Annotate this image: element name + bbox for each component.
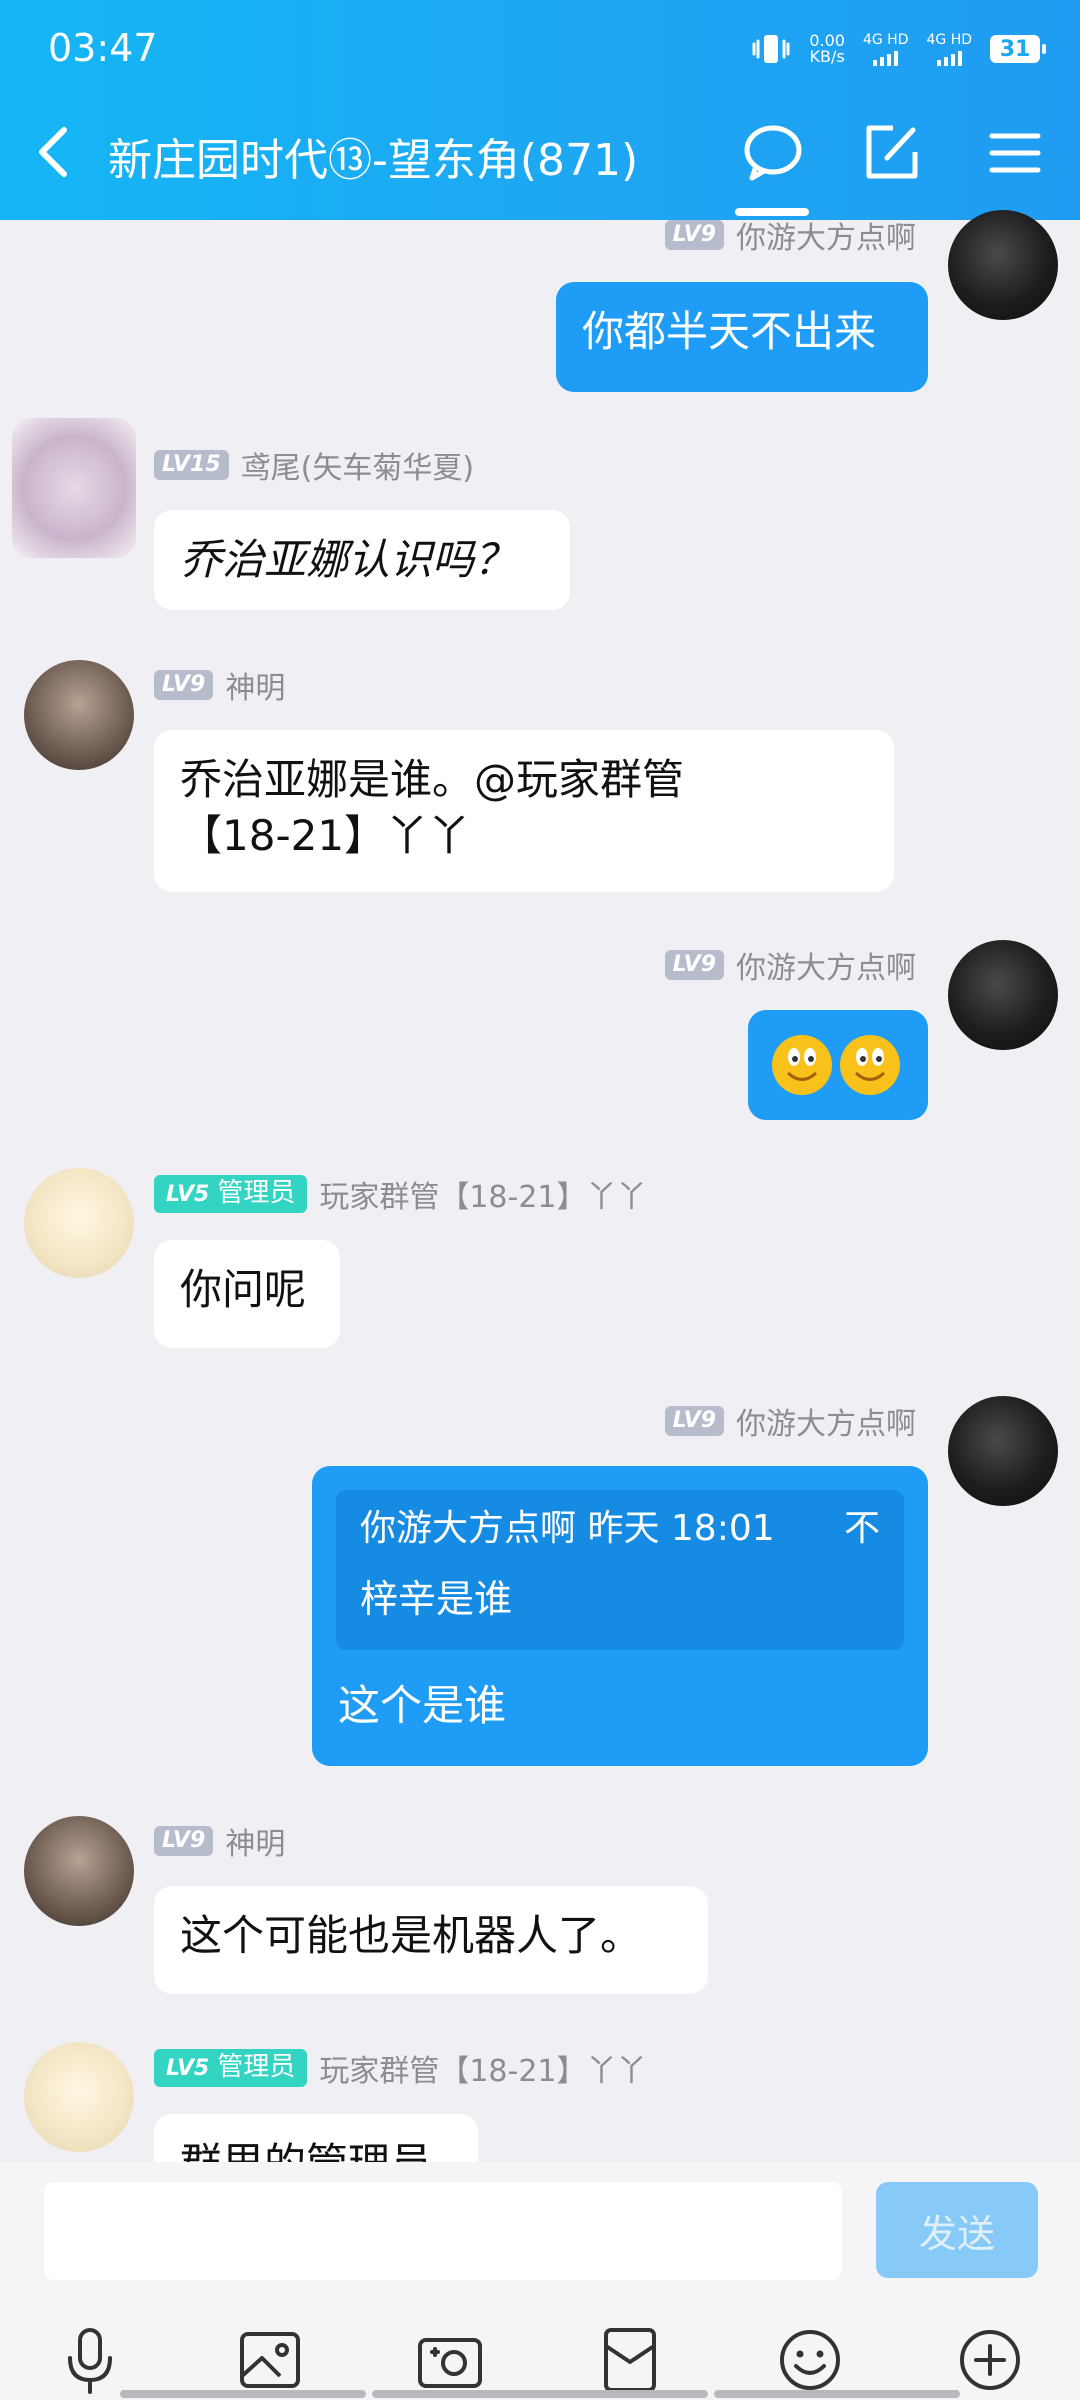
level-badge: LV9 [664, 220, 724, 250]
sender-meta: LV9 你游大方点啊 [664, 1399, 916, 1443]
status-icons: 0.00 KB/s 4G HD 4G HD 31 [751, 31, 1046, 66]
sender-meta: LV9 你游大方点啊 [664, 943, 916, 987]
avatar[interactable] [12, 418, 136, 558]
quote-header: 你游大方点啊 昨天 18:01 [360, 1508, 775, 1549]
signal-2: 4G HD [926, 33, 972, 66]
quoted-message[interactable]: 你游大方点啊 昨天 18:01 不 梓辛是谁 [336, 1490, 904, 1650]
level-badge: LV5 [166, 1182, 210, 1207]
sender-meta: LV15 鸢尾(矢车菊华夏) [154, 443, 474, 487]
message-bubble[interactable]: 你游大方点啊 昨天 18:01 不 梓辛是谁 这个是谁 [312, 1466, 928, 1766]
emoji-icon[interactable] [774, 2324, 846, 2396]
sender-name[interactable]: 玩家群管【18-21】丫丫 [319, 2046, 646, 2090]
sender-meta: LV9 你游大方点啊 [664, 213, 916, 257]
signal-1: 4G HD [862, 31, 909, 66]
sender-meta: LV9 神明 [154, 1819, 285, 1863]
message-bubble[interactable] [748, 1010, 928, 1120]
avatar[interactable] [24, 1168, 134, 1278]
quote-text: 梓辛是谁 [360, 1577, 513, 1621]
mic-icon[interactable] [54, 2324, 126, 2396]
avatar[interactable] [948, 210, 1058, 320]
sender-name[interactable]: 神明 [225, 1819, 285, 1863]
edit-icon[interactable] [857, 118, 927, 188]
net-speed-unit: KB/s [809, 47, 845, 66]
quote-extra: 不 [843, 1508, 880, 1549]
level-badge: LV9 [154, 670, 214, 700]
sender-name[interactable]: 玩家群管【18-21】丫丫 [319, 1172, 646, 1216]
sender-name[interactable]: 你游大方点啊 [736, 213, 916, 257]
back-arrow-icon[interactable] [30, 122, 78, 182]
nav-indicator [372, 2390, 708, 2398]
message-text: 这个是谁 [338, 1681, 507, 1730]
smile-emoji-icon [772, 1035, 900, 1095]
nav-indicator [120, 2390, 366, 2398]
plus-icon[interactable] [954, 2324, 1026, 2396]
level-badge: LV9 [664, 950, 724, 980]
chat-title: 新庄园时代⑬-望东角(871) [108, 135, 639, 186]
input-area: 发送 [0, 2162, 1080, 2400]
vibrate-icon [752, 35, 790, 63]
message-line: 乔治亚娜是谁。@玩家群管 [180, 755, 685, 804]
signal-1-label: 4G HD [862, 31, 909, 48]
sender-name[interactable]: 你游大方点啊 [736, 1399, 916, 1443]
send-button[interactable]: 发送 [876, 2182, 1038, 2278]
net-speed: 0.00 KB/s [809, 33, 845, 65]
message-bubble[interactable]: 你都半天不出来 [556, 282, 928, 392]
role-label: 管理员 [217, 1178, 296, 1208]
status-time: 03:47 [48, 26, 158, 70]
admin-badge: LV5 管理员 [154, 1175, 308, 1213]
message-bubble[interactable]: 乔治亚娜是谁。@玩家群管 【18-21】丫丫 [154, 730, 894, 892]
level-badge: LV9 [154, 1826, 214, 1856]
sender-name[interactable]: 你游大方点啊 [736, 943, 916, 987]
sender-meta: LV9 神明 [154, 663, 285, 707]
level-badge: LV5 [166, 2056, 210, 2081]
battery-indicator: 31 [990, 35, 1046, 63]
nav-indicator [714, 2390, 960, 2398]
signal-2-label: 4G HD [926, 31, 972, 48]
avatar[interactable] [24, 660, 134, 770]
avatar[interactable] [948, 940, 1058, 1050]
role-label: 管理员 [217, 2052, 296, 2082]
message-bubble[interactable]: 乔治亚娜认识吗？ [154, 510, 570, 610]
sender-name[interactable]: 鸢尾(矢车菊华夏) [241, 443, 474, 487]
message-line: 【18-21】丫丫 [180, 811, 471, 860]
message-input[interactable] [44, 2182, 842, 2280]
sender-meta: LV5 管理员 玩家群管【18-21】丫丫 [154, 1172, 647, 1216]
message-bubble[interactable]: 这个可能也是机器人了。 [154, 1886, 708, 1994]
avatar[interactable] [948, 1396, 1058, 1506]
menu-icon[interactable] [980, 118, 1050, 188]
avatar[interactable] [24, 1816, 134, 1926]
image-icon[interactable] [234, 2324, 306, 2396]
sender-name[interactable]: 神明 [225, 663, 285, 707]
chat-bubble-icon[interactable] [738, 118, 808, 188]
header-bar: 03:47 0.00 KB/s 4G HD 4G HD 31 新庄园时代⑬-望东… [0, 0, 1080, 220]
sender-meta: LV5 管理员 玩家群管【18-21】丫丫 [154, 2046, 647, 2090]
red-packet-icon[interactable] [594, 2324, 666, 2396]
level-badge: LV9 [664, 1406, 724, 1436]
admin-badge: LV5 管理员 [154, 2049, 308, 2087]
avatar[interactable] [24, 2042, 134, 2152]
level-badge: LV15 [154, 450, 229, 480]
message-bubble[interactable]: 你问呢 [154, 1240, 340, 1348]
camera-icon[interactable] [414, 2324, 486, 2396]
